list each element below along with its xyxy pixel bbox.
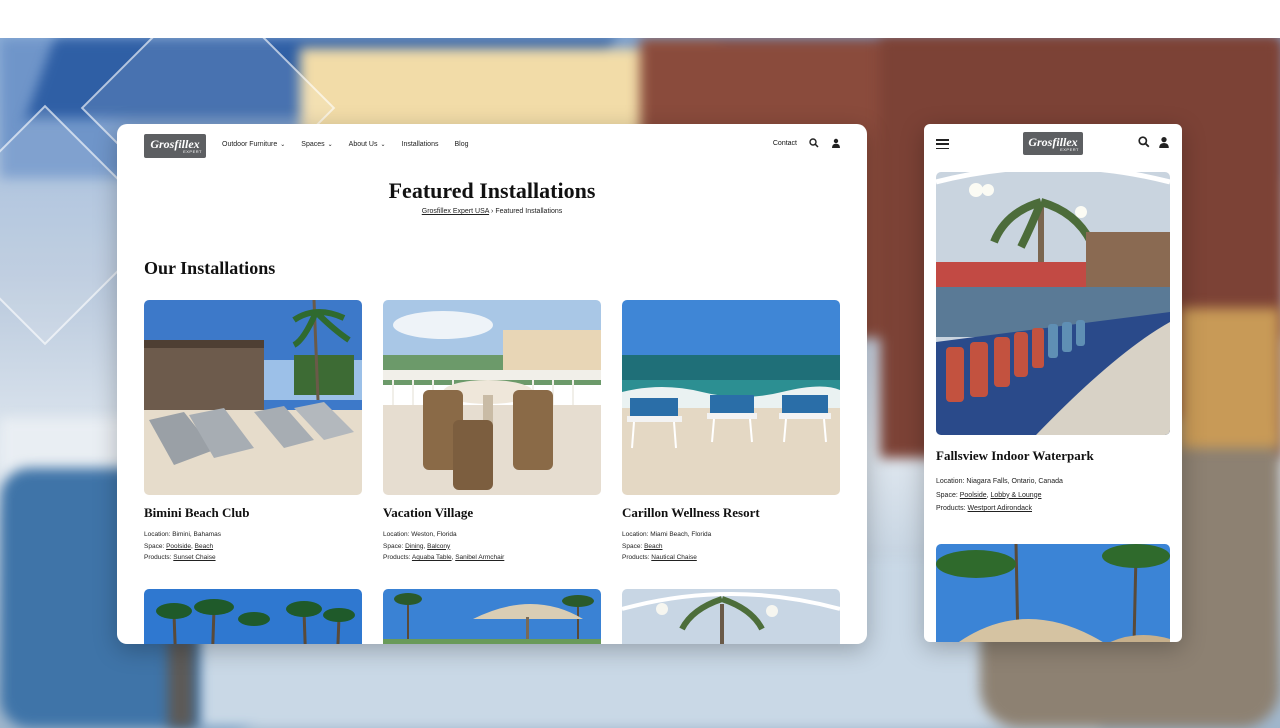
space-link[interactable]: Beach <box>644 543 662 550</box>
chevron-down-icon: ⌄ <box>327 142 333 148</box>
installation-name[interactable]: Vacation Village <box>383 505 601 521</box>
page-title: Featured Installations <box>388 178 596 203</box>
installation-photo[interactable] <box>383 589 601 644</box>
breadcrumb-current: Featured Installations <box>495 208 563 215</box>
installation-photo[interactable] <box>622 300 840 495</box>
installation-details: Location: Weston, Florida Space: Dining,… <box>383 531 505 561</box>
installation-details: Location: Niagara Falls, Ontario, Canada… <box>936 478 1063 512</box>
installation-photo[interactable] <box>144 589 362 644</box>
menu-item-installations[interactable]: Installations <box>402 141 439 148</box>
installation-photo[interactable] <box>936 172 1170 435</box>
installations-grid-row-2 <box>144 589 840 644</box>
installation-photo[interactable] <box>936 544 1170 642</box>
brand-logo[interactable]: Grosfillex EXPERT <box>144 134 206 158</box>
chevron-down-icon: ⌄ <box>380 142 386 148</box>
menu-bar: Outdoor Furniture ⌄ Spaces ⌄ About Us ⌄ Ins… <box>222 141 468 148</box>
nav-actions: Contact <box>773 138 841 148</box>
breadcrumb-home-link[interactable]: Grosfillex Expert USA <box>422 208 489 215</box>
user-icon[interactable] <box>1158 136 1170 148</box>
installation-details: Location: Bimini, Bahamas Space: Poolsid… <box>144 531 221 561</box>
installation-card[interactable]: Bimini Beach Club Location: Bimini, Baha… <box>144 300 362 564</box>
mobile-nav-actions <box>1138 136 1170 148</box>
menu-item-spaces[interactable]: Spaces ⌄ <box>301 141 332 148</box>
space-link[interactable]: Dining <box>405 543 423 550</box>
space-link[interactable]: Balcony <box>427 543 450 550</box>
product-link[interactable]: Aquaba Table <box>412 554 452 561</box>
product-link[interactable]: Nautical Chaise <box>651 554 697 561</box>
installation-photo[interactable] <box>383 300 601 495</box>
search-icon[interactable] <box>809 138 819 148</box>
product-link[interactable]: Sunset Chaise <box>173 554 215 561</box>
chevron-down-icon: ⌄ <box>280 142 286 148</box>
breadcrumb: Grosfillex Expert USA › Featured Install… <box>421 208 563 215</box>
menu-item-outdoor-furniture[interactable]: Outdoor Furniture ⌄ <box>222 141 285 148</box>
hamburger-menu-icon[interactable] <box>936 139 949 149</box>
installation-name[interactable]: Carillon Wellness Resort <box>622 505 840 521</box>
search-icon[interactable] <box>1138 136 1150 148</box>
menu-item-blog[interactable]: Blog <box>454 141 468 148</box>
product-link[interactable]: Westport Adirondack <box>968 505 1032 512</box>
contact-link[interactable]: Contact <box>773 140 797 147</box>
product-link[interactable]: Sanibel Armchair <box>455 554 504 561</box>
installation-photo[interactable] <box>144 300 362 495</box>
space-link[interactable]: Poolside <box>166 543 191 550</box>
installations-grid: Bimini Beach Club Location: Bimini, Baha… <box>144 300 840 564</box>
menu-item-about-us[interactable]: About Us ⌄ <box>349 141 386 148</box>
main-navigation: Grosfillex EXPERT Outdoor Furniture ⌄ Spa… <box>117 124 867 168</box>
brand-logo[interactable]: Grosfillex EXPERT <box>1023 132 1083 155</box>
space-link[interactable]: Beach <box>195 543 213 550</box>
space-link[interactable]: Lobby & Lounge <box>991 492 1042 499</box>
desktop-page-preview: Grosfillex EXPERT Outdoor Furniture ⌄ Spa… <box>117 124 867 644</box>
installation-photo[interactable] <box>622 589 840 644</box>
installation-card[interactable]: Carillon Wellness Resort Location: Miami… <box>622 300 840 564</box>
installation-card[interactable]: Vacation Village Location: Weston, Flori… <box>383 300 601 564</box>
installation-name[interactable]: Bimini Beach Club <box>144 505 362 521</box>
installation-details: Location: Miami Beach, Florida Space: Be… <box>622 531 712 561</box>
section-title: Our Installations <box>144 258 276 278</box>
user-icon[interactable] <box>831 138 841 148</box>
installation-name[interactable]: Fallsview Indoor Waterpark <box>936 448 1094 464</box>
mobile-page-preview: Grosfillex EXPERT Fallsview Indoor Water… <box>924 124 1182 642</box>
space-link[interactable]: Poolside <box>960 492 987 499</box>
